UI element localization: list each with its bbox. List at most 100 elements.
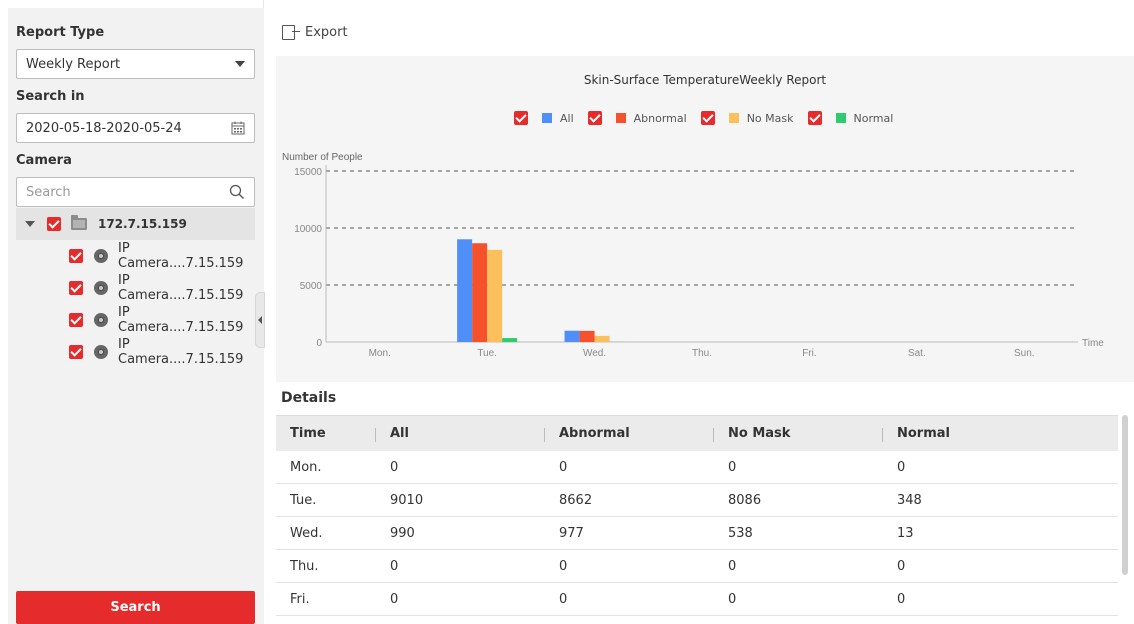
expand-arrow-icon[interactable]: [25, 221, 35, 227]
table-cell: 538: [728, 525, 753, 541]
table-cell: Thu.: [290, 558, 319, 574]
bar: [579, 330, 595, 342]
camera-name: IP Camera....7.15.159: [118, 273, 244, 303]
table-cell: 0: [897, 591, 906, 607]
table-cell: 0: [390, 558, 399, 574]
x-tick-label: Mon.: [369, 348, 391, 359]
y-axis-label: Number of People: [282, 152, 363, 163]
y-tick-label: 10000: [294, 224, 322, 235]
x-tick-label: Sat.: [908, 348, 926, 359]
chart-area: Skin-Surface TemperatureWeekly Report Al…: [276, 56, 1134, 382]
bar-chart: Number of People 0 5000 10000 15000 Time Mon. T…: [282, 152, 1104, 359]
table-cell: 0: [728, 591, 737, 607]
column-header[interactable]: No Mask: [713, 426, 882, 442]
table-cell: 348: [897, 492, 922, 508]
bar: [472, 243, 488, 342]
column-header[interactable]: Abnormal: [544, 426, 713, 442]
collapse-panel-handle[interactable]: [255, 292, 265, 348]
bar: [564, 330, 580, 342]
camera-checkbox[interactable]: [69, 345, 83, 359]
camera-search-placeholder: Search: [26, 184, 71, 200]
date-range-field[interactable]: 2020-05-18-2020-05-24: [16, 113, 255, 143]
y-tick-label: 5000: [300, 281, 323, 292]
camera-item[interactable]: IP Camera....7.15.159: [16, 240, 255, 272]
bar: [502, 338, 518, 342]
report-type-label: Report Type: [16, 25, 105, 40]
device-name: 172.7.15.159: [98, 217, 187, 231]
export-icon: [282, 24, 300, 40]
details-title: Details: [281, 390, 337, 406]
search-icon[interactable]: [229, 184, 245, 200]
x-tick-label: Tue.: [477, 348, 497, 359]
table-cell: 13: [897, 525, 914, 541]
x-tick-label: Sun.: [1014, 348, 1035, 359]
table-cell: 0: [390, 591, 399, 607]
camera-icon: [94, 281, 108, 295]
table-cell: 0: [728, 459, 737, 475]
camera-item[interactable]: IP Camera....7.15.159: [16, 272, 255, 304]
search-button[interactable]: Search: [16, 591, 255, 624]
table-cell: Fri.: [290, 591, 310, 607]
left-panel: Report Type Weekly Report Search in 2020…: [0, 0, 264, 624]
chevron-down-icon: [235, 61, 245, 67]
table-cell: Wed.: [290, 525, 323, 541]
camera-icon: [94, 249, 108, 263]
table-cell: Mon.: [290, 459, 322, 475]
camera-icon: [94, 313, 108, 327]
table-cell: 977: [559, 525, 584, 541]
x-tick-label: Fri.: [802, 348, 816, 359]
x-tick-label: Thu.: [692, 348, 712, 359]
report-type-select[interactable]: Weekly Report: [16, 49, 255, 79]
bar: [457, 239, 473, 342]
calendar-icon[interactable]: [231, 121, 245, 135]
table-cell: 9010: [390, 492, 424, 508]
details-table: Time All Abnormal No Mask Normal Mon. 0 …: [276, 415, 1118, 616]
bar: [594, 335, 610, 342]
table-cell: 0: [897, 558, 906, 574]
camera-label: Camera: [16, 153, 72, 168]
bar: [487, 249, 503, 342]
column-header[interactable]: Time: [276, 426, 375, 441]
table-cell: 990: [390, 525, 415, 541]
camera-search-input[interactable]: Search: [16, 177, 255, 207]
table-cell: 0: [897, 459, 906, 475]
table-header: Time All Abnormal No Mask Normal: [276, 415, 1118, 451]
table-cell: 0: [390, 459, 399, 475]
table-row[interactable]: Thu. 0 0 0 0: [276, 550, 1118, 583]
camera-item[interactable]: IP Camera....7.15.159: [16, 336, 255, 368]
column-header[interactable]: Normal: [882, 426, 1118, 442]
tree-root-device[interactable]: 172.7.15.159: [16, 208, 255, 240]
device-checkbox[interactable]: [47, 217, 61, 231]
table-cell: Tue.: [290, 492, 317, 508]
export-button[interactable]: Export: [282, 22, 348, 42]
export-label: Export: [305, 24, 348, 40]
report-type-value: Weekly Report: [26, 56, 121, 72]
table-cell: 0: [559, 591, 568, 607]
y-tick-label: 15000: [294, 167, 322, 178]
folder-icon: [71, 215, 87, 230]
table-cell: 0: [559, 459, 568, 475]
table-scrollbar[interactable]: [1122, 415, 1128, 575]
search-in-label: Search in: [16, 89, 85, 104]
table-cell: 0: [559, 558, 568, 574]
table-row[interactable]: Fri. 0 0 0 0: [276, 583, 1118, 616]
table-cell: 8662: [559, 492, 593, 508]
camera-item[interactable]: IP Camera....7.15.159: [16, 304, 255, 336]
camera-checkbox[interactable]: [69, 249, 83, 263]
table-cell: 8086: [728, 492, 762, 508]
camera-name: IP Camera....7.15.159: [118, 337, 244, 367]
camera-name: IP Camera....7.15.159: [118, 241, 244, 271]
x-axis-label: Time: [1082, 338, 1104, 349]
y-tick-label: 0: [316, 338, 322, 349]
camera-checkbox[interactable]: [69, 281, 83, 295]
table-row[interactable]: Tue. 9010 8662 8086 348: [276, 484, 1118, 517]
camera-icon: [94, 345, 108, 359]
camera-checkbox[interactable]: [69, 313, 83, 327]
date-range-value: 2020-05-18-2020-05-24: [26, 120, 182, 136]
table-row[interactable]: Wed. 990 977 538 13: [276, 517, 1118, 550]
x-tick-label: Wed.: [583, 348, 606, 359]
table-row[interactable]: Mon. 0 0 0 0: [276, 451, 1118, 484]
camera-name: IP Camera....7.15.159: [118, 305, 244, 335]
table-cell: 0: [728, 558, 737, 574]
column-header[interactable]: All: [375, 426, 544, 442]
